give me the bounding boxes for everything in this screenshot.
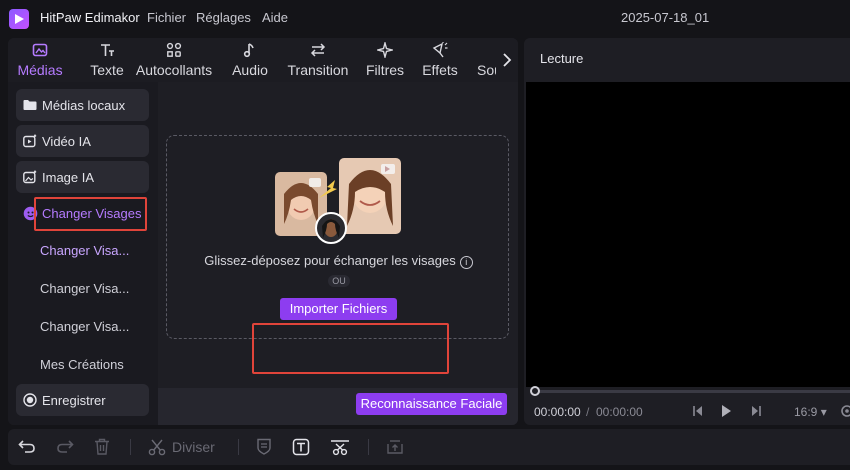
tab-texte-label: Texte — [90, 62, 124, 78]
cut-clip-button[interactable] — [330, 438, 350, 456]
tab-effets-label: Effets — [422, 62, 458, 78]
trash-icon — [95, 438, 109, 455]
sidebar-item-label: Image IA — [42, 169, 95, 185]
video-preview[interactable] — [526, 82, 850, 387]
scrubber-handle[interactable] — [530, 386, 540, 396]
export-clip-button[interactable] — [386, 438, 404, 456]
stickers-icon — [166, 41, 182, 58]
undo-button[interactable] — [18, 438, 36, 454]
split-button[interactable]: Diviser — [148, 438, 215, 456]
delete-button[interactable] — [94, 438, 110, 455]
undo-icon — [18, 440, 35, 453]
menu-fichier[interactable]: Fichier — [147, 10, 186, 25]
highlight-box-changer-visages — [34, 197, 147, 231]
shield-text-icon — [257, 438, 271, 455]
tab-transition[interactable]: Transition — [287, 38, 349, 82]
tab-medias[interactable]: Médias — [17, 38, 63, 82]
text-icon — [99, 41, 115, 58]
player-title: Lecture — [540, 51, 584, 66]
sidebar-item-image-ia[interactable]: Image IA — [16, 161, 149, 193]
tab-audio-label: Audio — [232, 62, 268, 78]
tab-medias-label: Médias — [17, 62, 63, 78]
drop-instruction: Glissez-déposez pour échanger les visage… — [167, 253, 510, 269]
redo-button[interactable] — [56, 438, 74, 454]
tab-audio[interactable]: Audio — [230, 38, 270, 82]
or-separator: OU — [328, 275, 350, 287]
face-swap-illustration — [275, 158, 401, 244]
sidebar-item-medias-locaux[interactable]: Médias locaux — [16, 89, 149, 121]
toolbar-separator — [130, 439, 131, 455]
toolbar-separator — [368, 439, 369, 455]
media-sidebar: Médias locaux Vidéo IA Image IA Changer … — [8, 82, 158, 425]
sidebar-item-label: Vidéo IA — [42, 133, 91, 149]
record-icon — [22, 392, 38, 408]
cut-clip-icon — [331, 440, 349, 456]
tab-autocollants[interactable]: Autocollants — [135, 38, 213, 82]
sidebar-subitem-changer-visages-2[interactable]: Changer Visa... — [40, 281, 129, 296]
sidebar-subitem-mes-creations[interactable]: Mes Créations — [40, 357, 124, 372]
total-time: 00:00:00 — [596, 405, 643, 419]
media-panel: Médias Texte Autocollants Audio Transiti… — [8, 38, 518, 425]
tab-bar: Médias Texte Autocollants Audio Transiti… — [8, 38, 518, 82]
tabs-scroll-right-button[interactable] — [496, 38, 518, 82]
sparkle-icon — [377, 41, 393, 58]
edit-toolbar: Diviser — [8, 429, 850, 465]
ai-video-icon — [22, 133, 38, 149]
sidebar-subitem-changer-visages-3[interactable]: Changer Visa... — [40, 319, 129, 334]
menu-reglages[interactable]: Réglages — [196, 10, 251, 25]
app-name: HitPaw Edimakor — [40, 10, 140, 25]
sidebar-item-label: Enregistrer — [42, 392, 106, 408]
face-recognition-button[interactable]: Reconnaissance Faciale — [356, 393, 507, 415]
tab-filtres-label: Filtres — [365, 62, 405, 78]
tab-texte[interactable]: Texte — [89, 38, 125, 82]
current-time: 00:00:00 — [534, 405, 581, 419]
face-swap-content: Glissez-déposez pour échanger les visage… — [158, 82, 518, 425]
project-title: 2025-07-18_01 — [621, 10, 710, 25]
magic-wand-icon — [432, 41, 448, 58]
sidebar-item-video-ia[interactable]: Vidéo IA — [16, 125, 149, 157]
play-icon[interactable] — [720, 404, 732, 418]
tab-transition-label: Transition — [287, 62, 349, 78]
tab-effets[interactable]: Effets — [421, 38, 459, 82]
info-icon[interactable]: i — [459, 256, 473, 269]
folder-icon — [22, 97, 38, 113]
sidebar-item-enregistrer[interactable]: Enregistrer — [16, 384, 149, 416]
transition-arrows-icon — [309, 41, 327, 58]
subtitle-button[interactable] — [256, 438, 272, 455]
ai-image-icon — [22, 169, 38, 185]
scissors-icon — [148, 439, 166, 456]
highlight-box-import — [252, 323, 449, 374]
aspect-ratio-select[interactable]: 16:9 ▾ — [794, 405, 827, 419]
sidebar-subitem-changer-visages-1[interactable]: Changer Visa... — [40, 243, 129, 258]
preview-player: Lecture 00:00:00 / 00:00:00 16:9 ▾ — [524, 38, 850, 425]
next-frame-icon[interactable] — [750, 404, 762, 418]
app-logo-icon — [9, 9, 29, 29]
split-label: Diviser — [172, 439, 215, 455]
redo-icon — [57, 440, 74, 453]
add-text-button[interactable] — [292, 438, 310, 456]
music-note-icon — [242, 41, 258, 58]
playback-scrubber[interactable] — [534, 390, 850, 393]
menu-aide[interactable]: Aide — [262, 10, 288, 25]
tab-autocollants-label: Autocollants — [135, 62, 213, 78]
previous-frame-icon[interactable] — [692, 404, 704, 418]
title-bar: HitPaw Edimakor Fichier Réglages Aide 20… — [0, 0, 850, 36]
time-separator: / — [586, 405, 590, 419]
toolbar-separator — [238, 439, 239, 455]
import-files-button[interactable]: Importer Fichiers — [280, 298, 397, 320]
chevron-right-icon — [503, 53, 512, 67]
text-box-icon — [292, 438, 310, 456]
drop-instruction-text: Glissez-déposez pour échanger les visage… — [204, 253, 456, 268]
sidebar-item-label: Médias locaux — [42, 97, 126, 113]
settings-icon[interactable] — [840, 404, 850, 418]
media-icon — [32, 41, 48, 58]
export-icon — [387, 440, 403, 454]
face-swap-dropzone[interactable]: Glissez-déposez pour échanger les visage… — [166, 135, 509, 339]
tab-filtres[interactable]: Filtres — [365, 38, 405, 82]
content-bottom-bar: Reconnaissance Faciale — [158, 388, 518, 425]
